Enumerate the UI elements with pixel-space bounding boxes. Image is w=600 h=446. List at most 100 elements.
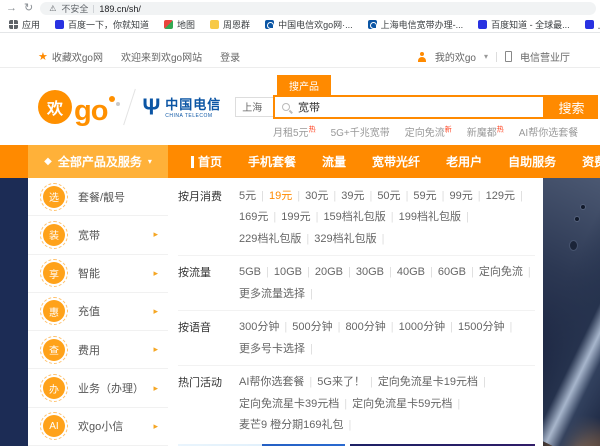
- china-telecom-cn: 中国电信: [165, 97, 222, 112]
- sidebar-item-label: 费用: [78, 344, 100, 357]
- filter-option[interactable]: 39元: [336, 186, 369, 207]
- bookmark-label: 上海电信宽带办理-...: [380, 20, 464, 30]
- all-products-caret-icon: ▾: [147, 157, 152, 166]
- filter-option[interactable]: 1500分钟: [453, 317, 509, 338]
- bookmarks-list: 百度一下，你就知道 地图 周恩群 中国电信欢go网·... 上海电信宽带办理-... 百度…: [55, 18, 600, 31]
- category-badge-icon: 办: [40, 374, 68, 403]
- filter-label: 按语音: [178, 322, 211, 335]
- huan-go-logo[interactable]: 欢 go: [38, 89, 121, 126]
- filter-option[interactable]: 99元: [445, 186, 478, 207]
- hot-link[interactable]: 新魔都热: [467, 124, 504, 139]
- logo-dots: [109, 94, 121, 124]
- bookmark-item[interactable]: 周恩群: [210, 18, 250, 31]
- filter-option[interactable]: 40GB: [392, 262, 430, 283]
- filter-option[interactable]: 1000分钟: [394, 317, 450, 338]
- filter-separator: |: [310, 287, 313, 300]
- hot-link[interactable]: AI帮你选套餐: [519, 124, 578, 139]
- filter-option[interactable]: 60GB: [433, 262, 471, 283]
- phone-fingerprint-icon: [569, 240, 578, 251]
- sidebar-item[interactable]: AI 欢go小信 ▸: [28, 407, 168, 446]
- nav-item-1[interactable]: 首页: [178, 153, 235, 170]
- nav-item-7[interactable]: 资费专区: [569, 153, 600, 170]
- bookmark-item[interactable]: 上海电信宽带办理-...: [367, 18, 464, 31]
- bookmark-item[interactable]: 地图: [164, 18, 195, 31]
- filter-option[interactable]: 229档礼包版: [234, 229, 306, 250]
- filter-option[interactable]: 定向免流: [474, 262, 528, 283]
- sidebar-item[interactable]: 装宽带 ▸: [28, 216, 168, 255]
- filter-option[interactable]: 5G来了！: [312, 372, 370, 393]
- filter-option[interactable]: 159档礼包版: [318, 207, 390, 228]
- bookmark-label: 中国电信欢go网·...: [278, 20, 353, 30]
- favorite-link[interactable]: ★ 收藏欢go网: [38, 49, 103, 64]
- filter-option[interactable]: 300分钟: [234, 317, 284, 338]
- filter-option[interactable]: 500分钟: [287, 317, 337, 338]
- hot-link[interactable]: 5G+千兆宽带: [331, 124, 390, 139]
- search-tab-products[interactable]: 搜产品: [277, 75, 331, 95]
- nav-item-label: 宽带光纤: [372, 155, 421, 169]
- filter-option[interactable]: 10GB: [269, 262, 307, 283]
- folder-favicon-icon: [210, 20, 220, 29]
- filter-separator: |: [509, 321, 513, 334]
- hot-badge: 热: [496, 126, 504, 134]
- sidebar-item[interactable]: 办业务（办理） ▸: [28, 369, 168, 408]
- apps-shortcut[interactable]: 应用: [9, 18, 40, 31]
- filter-option[interactable]: 20GB: [310, 262, 348, 283]
- filter-option[interactable]: 定向免流星卡19元档: [373, 372, 483, 393]
- filter-option[interactable]: 59元: [408, 186, 441, 207]
- nav-item-6[interactable]: 自助服务: [495, 153, 569, 170]
- filter-option[interactable]: AI帮你选套餐: [234, 372, 309, 393]
- bookmark-item[interactable]: 百度一下，你就知道: [55, 18, 149, 31]
- nav-item-5[interactable]: 老用户: [433, 153, 495, 170]
- filter-option[interactable]: 定向免流星卡39元档: [234, 394, 344, 415]
- login-link[interactable]: 登录: [220, 49, 240, 64]
- filter-option[interactable]: 5GB: [234, 262, 266, 283]
- filter-option[interactable]: 5元: [234, 186, 261, 207]
- nav-item-3[interactable]: 流量: [309, 153, 359, 170]
- filter-option[interactable]: 麦芒9 橙分期169礼包: [234, 415, 349, 436]
- nav-item-4[interactable]: 宽带光纤: [359, 153, 433, 170]
- filter-option[interactable]: 19元: [264, 186, 297, 207]
- bookmark-item[interactable]: 百度知道 - 全球最...: [478, 18, 570, 31]
- all-products-menu[interactable]: ◆ 全部产品及服务 ▾: [28, 145, 168, 178]
- category-badge-icon: 选: [40, 182, 68, 211]
- filter-option[interactable]: 169元: [234, 207, 273, 228]
- my-account-link[interactable]: 我的欢go: [435, 49, 476, 64]
- filter-items: AI帮你选套餐 | 5G来了！ | 定向免流星卡19元档 | 定向免流星卡39元档 | 定向免流…: [234, 372, 535, 436]
- nav-item-label: 资费专区: [582, 155, 600, 169]
- search-input[interactable]: [296, 100, 536, 114]
- filter-option[interactable]: 更多号卡选择: [234, 339, 310, 360]
- filter-option[interactable]: 129元: [481, 186, 520, 207]
- filter-option[interactable]: 199档礼包版: [394, 207, 466, 228]
- filter-option[interactable]: 329档礼包版: [309, 229, 381, 250]
- city-value: 上海: [242, 103, 263, 114]
- filter-option[interactable]: 50元: [372, 186, 405, 207]
- url-bar[interactable]: ⚠ 不安全 189.cn/sh/: [40, 2, 596, 15]
- nav-item-2[interactable]: 手机套餐: [235, 153, 309, 170]
- sidebar-item[interactable]: 享智能 ▸: [28, 254, 168, 293]
- filter-option[interactable]: 199元: [276, 207, 315, 228]
- bookmark-item[interactable]: 上海电信吧-百度: [584, 18, 600, 31]
- bookmark-item[interactable]: 中国电信欢go网·...: [265, 18, 353, 31]
- sidebar-item[interactable]: 惠充值 ▸: [28, 292, 168, 332]
- search-button[interactable]: 搜索: [545, 95, 598, 119]
- search-box: [273, 95, 545, 119]
- bookmark-label: 周恩群: [223, 20, 251, 30]
- hot-link[interactable]: 定向免流新: [405, 124, 452, 139]
- filter-option[interactable]: 800分钟: [340, 317, 390, 338]
- hot-link[interactable]: 月租5元热: [273, 124, 316, 139]
- sidebar-item[interactable]: 查费用 ▸: [28, 331, 168, 370]
- filter-option[interactable]: 30GB: [351, 262, 389, 283]
- huan-circle: 欢: [38, 89, 72, 124]
- security-label: 不安全: [61, 4, 89, 14]
- map-favicon-icon: [164, 20, 174, 29]
- business-hall-link[interactable]: 电信营业厅: [520, 49, 570, 64]
- filter-option[interactable]: 定向免流星卡59元档: [347, 394, 457, 415]
- reload-icon[interactable]: ↻: [24, 3, 33, 14]
- filter-option[interactable]: 更多流量选择: [234, 284, 310, 305]
- filter-option[interactable]: 30元: [300, 186, 333, 207]
- bookmarks-bar: 应用 百度一下，你就知道 地图 周恩群 中国电信欢go网·... 上海电信宽带办理-..…: [0, 17, 600, 33]
- forward-icon[interactable]: →: [6, 3, 17, 14]
- sidebar-item[interactable]: 选套餐/靓号: [28, 178, 168, 217]
- filter-label: 按流量: [178, 267, 211, 280]
- sidebar-item-label: 欢go小信: [78, 421, 124, 434]
